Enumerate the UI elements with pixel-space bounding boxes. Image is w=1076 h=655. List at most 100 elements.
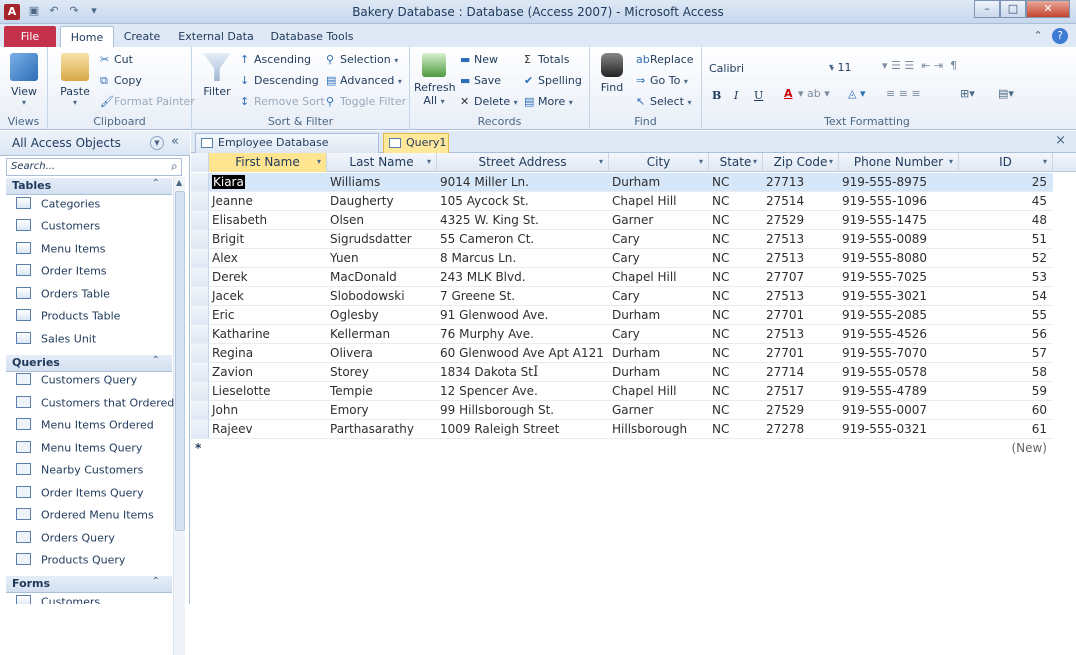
cell-street-address[interactable]: 76 Murphy Ave. xyxy=(437,325,609,344)
record-selector[interactable] xyxy=(191,173,209,192)
cell-last-name[interactable]: Daugherty xyxy=(327,192,437,211)
column-header-phone-number[interactable]: Phone Number ▾ xyxy=(839,153,959,172)
chevron-down-icon[interactable]: ▾ xyxy=(699,153,703,171)
cell-city[interactable]: Durham xyxy=(609,363,709,382)
cell-phone-number[interactable]: 919-555-1096 xyxy=(839,192,959,211)
cell-id[interactable]: 56 xyxy=(959,325,1053,344)
column-header-zip-code[interactable]: Zip Code ▾ xyxy=(763,153,839,172)
cell-last-name[interactable]: Yuen xyxy=(327,249,437,268)
chevron-down-icon[interactable]: ▾ xyxy=(949,153,953,171)
cell-first-name[interactable]: Alex xyxy=(209,249,327,268)
cell-state[interactable]: NC xyxy=(709,287,763,306)
alt-row-color-icon[interactable]: ▤▾ xyxy=(998,87,1014,100)
cell-first-name[interactable]: John xyxy=(209,401,327,420)
paste-button[interactable]: Paste ▾ xyxy=(58,53,92,107)
scroll-up-icon[interactable]: ▲ xyxy=(176,178,182,187)
cell-last-name[interactable]: Storey xyxy=(327,363,437,382)
close-icon[interactable]: × xyxy=(1055,133,1066,148)
column-header-street-address[interactable]: Street Address ▾ xyxy=(437,153,609,172)
nav-section-forms[interactable]: Forms ⌃ xyxy=(6,576,172,593)
chevron-down-icon[interactable]: ▾ xyxy=(427,153,431,171)
record-selector[interactable] xyxy=(191,287,209,306)
record-selector[interactable] xyxy=(191,420,209,439)
tab-query1[interactable]: Query1 xyxy=(383,133,449,153)
cell-phone-number[interactable]: 919-555-0578 xyxy=(839,363,959,382)
cell-last-name[interactable]: Olsen xyxy=(327,211,437,230)
cell-id[interactable]: 53 xyxy=(959,268,1053,287)
nav-section-tables[interactable]: Tables ⌃ xyxy=(6,178,172,195)
cell-first-name[interactable]: Elisabeth xyxy=(209,211,327,230)
column-header-state[interactable]: State ▾ xyxy=(709,153,763,172)
gridlines-icon[interactable]: ⊞▾ xyxy=(960,87,975,100)
cell-phone-number[interactable]: 919-555-0321 xyxy=(839,420,959,439)
cell-city[interactable]: Durham xyxy=(609,344,709,363)
font-size-combo[interactable]: ▾ 11 xyxy=(830,61,874,74)
column-header-city[interactable]: City ▾ xyxy=(609,153,709,172)
cell-last-name[interactable]: Emory xyxy=(327,401,437,420)
cell-state[interactable]: NC xyxy=(709,211,763,230)
nav-item-customers[interactable]: Customers xyxy=(16,219,100,239)
record-selector[interactable] xyxy=(191,192,209,211)
advanced-button[interactable]: ▤ Advanced ▾ xyxy=(326,74,402,87)
cell-street-address[interactable]: 8 Marcus Ln. xyxy=(437,249,609,268)
nav-item-order-items-query[interactable]: Order Items Query xyxy=(16,486,143,506)
record-selector[interactable] xyxy=(191,401,209,420)
cell-last-name[interactable]: Sigrudsdatter xyxy=(327,230,437,249)
minimize-ribbon-icon[interactable]: ⌃ xyxy=(1030,28,1046,44)
record-selector[interactable] xyxy=(191,306,209,325)
cell-state[interactable]: NC xyxy=(709,420,763,439)
record-selector[interactable] xyxy=(191,249,209,268)
cell-first-name[interactable]: Zavion xyxy=(209,363,327,382)
cell-state[interactable]: NC xyxy=(709,230,763,249)
cell-phone-number[interactable]: 919-555-3021 xyxy=(839,287,959,306)
cell-id[interactable]: 51 xyxy=(959,230,1053,249)
cell-zip-code[interactable]: 27514 xyxy=(763,192,839,211)
refresh-all-button[interactable]: Refresh All ▾ xyxy=(414,53,456,107)
nav-item-customers-that-ordered[interactable]: Customers that Ordered xyxy=(16,396,174,416)
tab-home[interactable]: Home xyxy=(60,26,114,47)
chevron-down-icon[interactable]: ▾ xyxy=(599,153,603,171)
find-button[interactable]: Find xyxy=(594,53,630,94)
chevron-down-icon[interactable]: ▾ xyxy=(1043,153,1047,171)
cell-city[interactable]: Garner xyxy=(609,401,709,420)
cell-phone-number[interactable]: 919-555-4789 xyxy=(839,382,959,401)
cell-id[interactable]: 60 xyxy=(959,401,1053,420)
cell-zip-code[interactable]: 27701 xyxy=(763,344,839,363)
cell-id[interactable]: 45 xyxy=(959,192,1053,211)
goto-button[interactable]: ⇒ Go To ▾ xyxy=(636,74,688,87)
cell-state[interactable]: NC xyxy=(709,325,763,344)
cell-phone-number[interactable]: 919-555-0089 xyxy=(839,230,959,249)
minimize-button[interactable]: – xyxy=(974,0,1000,18)
record-selector[interactable] xyxy=(191,344,209,363)
nav-item-ordered-menu-items[interactable]: Ordered Menu Items xyxy=(16,508,154,528)
save-record-button[interactable]: ▬ Save xyxy=(460,74,501,87)
chevron-down-icon[interactable]: ▾ xyxy=(317,153,321,171)
cell-street-address[interactable]: 12 Spencer Ave. xyxy=(437,382,609,401)
tab-database-tools[interactable]: Database Tools xyxy=(268,26,356,47)
maximize-button[interactable]: □ xyxy=(1000,0,1026,18)
cell-id[interactable]: 57 xyxy=(959,344,1053,363)
cell-zip-code[interactable]: 27517 xyxy=(763,382,839,401)
cell-last-name[interactable]: Slobodowski xyxy=(327,287,437,306)
italic-button[interactable]: I xyxy=(734,89,738,102)
nav-item-menu-items-query[interactable]: Menu Items Query xyxy=(16,441,142,461)
cell-street-address[interactable]: 4325 W. King St. xyxy=(437,211,609,230)
cell-street-address[interactable]: 105 Aycock St. xyxy=(437,192,609,211)
cell-street-address[interactable]: 55 Cameron Ct. xyxy=(437,230,609,249)
copy-button[interactable]: ⧉ Copy xyxy=(100,74,142,88)
fill-color-icon[interactable]: ◬ ▾ xyxy=(848,87,865,100)
cell-id[interactable]: 52 xyxy=(959,249,1053,268)
cell-zip-code[interactable]: 27701 xyxy=(763,306,839,325)
cell-first-name[interactable]: Derek xyxy=(209,268,327,287)
cell-zip-code[interactable]: 27713 xyxy=(763,173,839,192)
cell-zip-code[interactable]: 27529 xyxy=(763,401,839,420)
cell-city[interactable]: Durham xyxy=(609,173,709,192)
new-record-button[interactable]: ▬ New xyxy=(460,53,498,66)
nav-item-menu-items-ordered[interactable]: Menu Items Ordered xyxy=(16,418,154,438)
cell-zip-code[interactable]: 27707 xyxy=(763,268,839,287)
nav-header[interactable]: All Access Objects ▼ « xyxy=(0,131,190,156)
cell-id[interactable]: 54 xyxy=(959,287,1053,306)
cell-state[interactable]: NC xyxy=(709,249,763,268)
totals-button[interactable]: Σ Totals xyxy=(524,53,569,66)
cut-button[interactable]: ✂ Cut xyxy=(100,53,133,66)
